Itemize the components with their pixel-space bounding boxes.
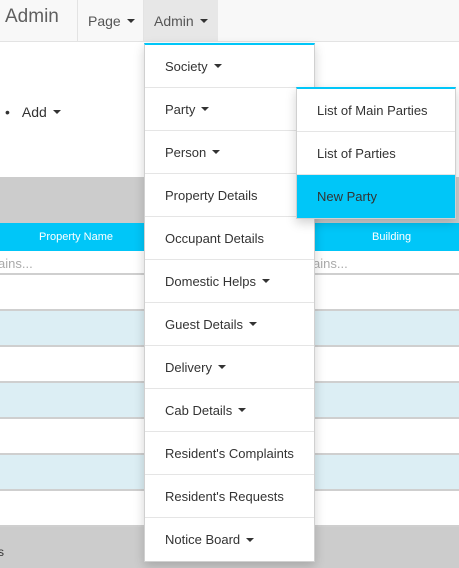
menu-item-label: Resident's Requests <box>165 488 284 504</box>
menu-item-label: Society <box>165 58 208 74</box>
menu-item-society[interactable]: Society <box>145 45 314 88</box>
caret-down-icon <box>126 18 135 23</box>
menu-item-notice-board[interactable]: Notice Board <box>145 518 314 561</box>
menu-item-resident-s-complaints[interactable]: Resident's Complaints <box>145 432 314 475</box>
menu-item-property-details[interactable]: Property Details <box>145 174 314 217</box>
menu-item-person[interactable]: Person <box>145 131 314 174</box>
caret-down-icon <box>52 110 61 114</box>
menu-item-cab-details[interactable]: Cab Details <box>145 389 314 432</box>
submenu-item-new-party[interactable]: New Party <box>297 175 455 218</box>
caret-down-icon <box>246 537 255 542</box>
add-menu[interactable]: • Add <box>5 104 61 120</box>
nav-page-label: Page <box>88 12 121 29</box>
caret-down-icon <box>212 150 221 154</box>
grid-footer-text: s <box>0 545 4 559</box>
caret-down-icon <box>213 64 222 68</box>
admin-dropdown-menu: Society Party Person Property Details Occupa… <box>144 43 315 562</box>
submenu-item-label: New Party <box>317 189 377 204</box>
caret-down-icon <box>238 408 247 412</box>
menu-item-guest-details[interactable]: Guest Details <box>145 303 314 346</box>
menu-item-label: Notice Board <box>165 532 241 547</box>
submenu-item-list-of-main-parties[interactable]: List of Main Parties <box>297 89 455 132</box>
top-navbar: Admin Page Admin <box>0 0 459 42</box>
bullet-icon: • <box>5 104 10 120</box>
menu-item-label: Cab Details <box>165 402 233 418</box>
column-header-property-name[interactable]: Property Name <box>39 231 113 243</box>
submenu-item-label: List of Main Parties <box>317 102 428 118</box>
menu-item-label: Guest Details <box>165 316 244 332</box>
nav-admin-dropdown[interactable]: Admin <box>143 0 218 41</box>
brand-title[interactable]: Admin <box>5 6 59 28</box>
menu-item-label: Occupant Details <box>165 230 264 246</box>
column-header-building[interactable]: Building <box>372 231 411 243</box>
nav-page-dropdown[interactable]: Page <box>77 0 144 41</box>
menu-item-label: Property Details <box>165 187 258 203</box>
submenu-item-label: List of Parties <box>317 145 396 161</box>
filter-input-property-name[interactable]: ains... <box>0 256 33 271</box>
menu-item-label: Domestic Helps <box>165 273 257 289</box>
caret-down-icon <box>201 107 210 111</box>
menu-item-occupant-details[interactable]: Occupant Details <box>145 217 314 260</box>
menu-item-label: Delivery <box>165 359 212 375</box>
submenu-item-list-of-parties[interactable]: List of Parties <box>297 132 455 175</box>
party-submenu: List of Main Parties List of Parties New P… <box>296 87 456 219</box>
filter-input-building[interactable]: ains... <box>313 256 348 271</box>
caret-down-icon <box>217 365 226 369</box>
menu-item-label: Resident's Complaints <box>165 445 294 461</box>
menu-item-delivery[interactable]: Delivery <box>145 346 314 389</box>
caret-down-icon <box>199 18 208 23</box>
menu-item-domestic-helps[interactable]: Domestic Helps <box>145 260 314 303</box>
menu-item-label: Party <box>165 101 196 117</box>
nav-admin-label: Admin <box>154 12 194 29</box>
menu-item-resident-s-requests[interactable]: Resident's Requests <box>145 475 314 518</box>
add-menu-label: Add <box>21 104 47 120</box>
menu-item-label: Person <box>165 144 207 160</box>
caret-down-icon <box>249 322 258 326</box>
menu-item-party[interactable]: Party <box>145 88 314 131</box>
caret-down-icon <box>262 279 271 283</box>
